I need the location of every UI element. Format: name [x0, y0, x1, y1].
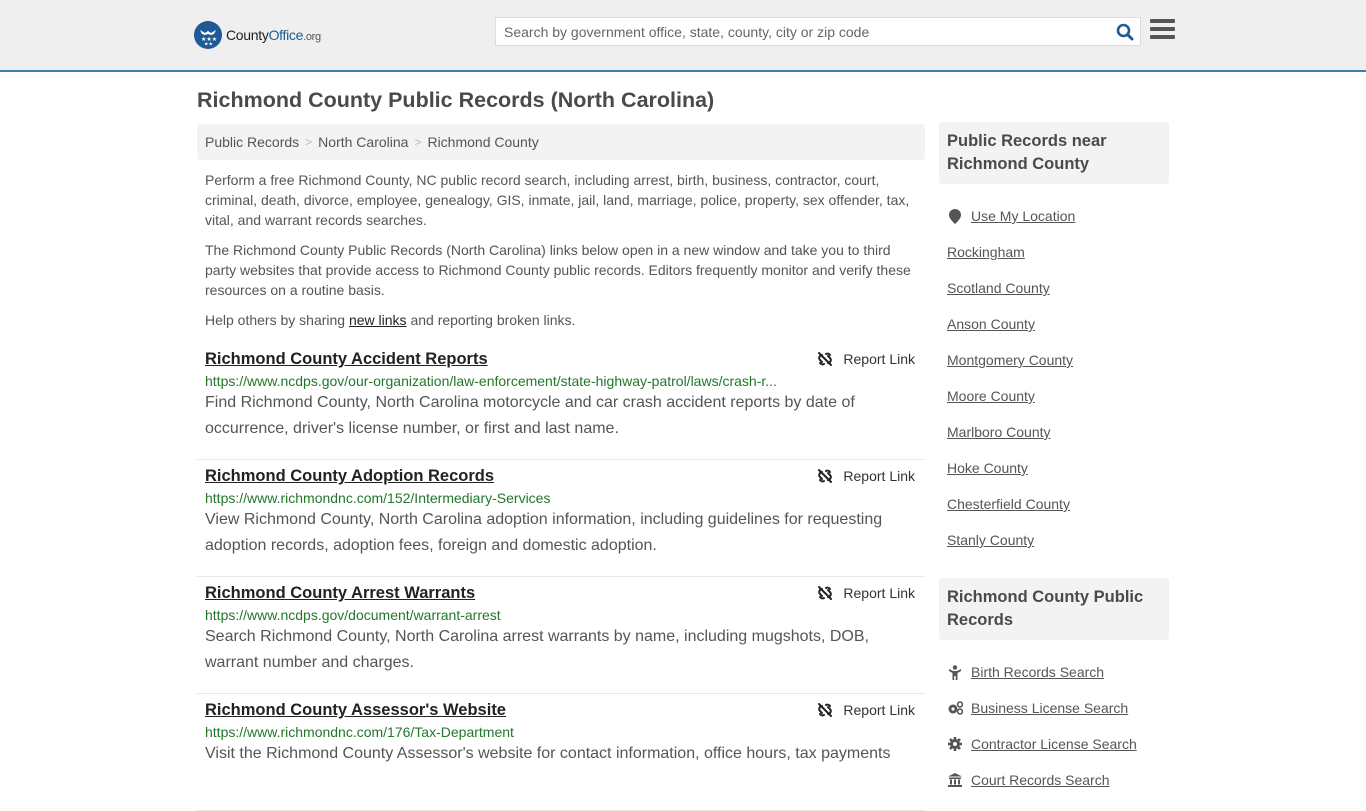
report-link-label: Report Link: [843, 351, 915, 367]
county-record-item: Contractor License Search: [939, 726, 1169, 762]
nearby-link-scotland-county[interactable]: Scotland County: [947, 280, 1050, 296]
record-title-link[interactable]: Richmond County Accident Reports: [205, 350, 488, 369]
nearby-records-heading: Public Records near Richmond County: [939, 122, 1169, 184]
county-records-list: Birth Records Search Business License Se…: [939, 654, 1169, 798]
report-link-button[interactable]: Report Link: [817, 351, 915, 367]
broken-link-icon: [818, 352, 833, 366]
nearby-item: Moore County: [939, 378, 1169, 414]
logo[interactable]: ★★★ ★★ CountyOffice.org: [194, 21, 321, 49]
intro-paragraph-1: Perform a free Richmond County, NC publi…: [205, 172, 910, 228]
help-text-after: and reporting broken links.: [406, 312, 576, 328]
record-title-link[interactable]: Richmond County Arrest Warrants: [205, 584, 475, 603]
cogs-icon: [947, 700, 963, 716]
sidebar: Public Records near Richmond County Use …: [939, 122, 1169, 798]
breadcrumb-separator: >: [305, 135, 313, 149]
report-link-button[interactable]: Report Link: [817, 702, 915, 718]
county-record-item: Court Records Search: [939, 762, 1169, 798]
broken-link-icon: [818, 469, 833, 483]
nearby-link-marlboro-county[interactable]: Marlboro County: [947, 424, 1051, 440]
report-link-label: Report Link: [843, 468, 915, 484]
breadcrumb-separator: >: [414, 135, 422, 149]
record-description: Visit the Richmond County Assessor's web…: [205, 745, 891, 762]
county-record-item: Business License Search: [939, 690, 1169, 726]
courthouse-icon: [947, 772, 963, 788]
logo-text: CountyOffice.org: [226, 27, 321, 43]
gear-icon: [947, 736, 963, 752]
broken-link-icon: [818, 586, 833, 600]
search-icon: [1116, 23, 1134, 40]
record-item: Richmond County Accident Reports Report …: [197, 343, 925, 460]
use-my-location-item: Use My Location: [939, 198, 1169, 234]
hamburger-menu-icon[interactable]: [1150, 19, 1175, 41]
logo-tld: .org: [303, 31, 321, 43]
report-link-button[interactable]: Report Link: [817, 585, 915, 601]
svg-text:★★: ★★: [204, 42, 213, 47]
breadcrumb: Public Records > North Carolina > Richmo…: [197, 124, 925, 160]
nearby-item: Montgomery County: [939, 342, 1169, 378]
intro-paragraph-3: Help others by sharing new links and rep…: [205, 310, 920, 330]
record-description: View Richmond County, North Carolina ado…: [205, 511, 883, 554]
birth-records-search-link[interactable]: Birth Records Search: [971, 664, 1104, 680]
report-link-label: Report Link: [843, 585, 915, 601]
intro-paragraph-2: The Richmond County Public Records (Nort…: [205, 242, 911, 298]
page-title: Richmond County Public Records (North Ca…: [197, 88, 715, 112]
nearby-link-chesterfield-county[interactable]: Chesterfield County: [947, 496, 1070, 512]
search-bar: [495, 17, 1141, 46]
logo-name-accent: Office: [268, 27, 304, 43]
nearby-link-stanly-county[interactable]: Stanly County: [947, 532, 1034, 548]
search-input[interactable]: [496, 18, 1110, 45]
site-header: ★★★ ★★ CountyOffice.org: [0, 0, 1366, 72]
record-url[interactable]: https://www.richmondnc.com/176/Tax-Depar…: [205, 724, 785, 740]
record-description: Find Richmond County, North Carolina mot…: [205, 394, 855, 437]
breadcrumb-north-carolina[interactable]: North Carolina: [318, 134, 408, 150]
record-title-link[interactable]: Richmond County Assessor's Website: [205, 701, 506, 720]
logo-eagle-icon: ★★★ ★★: [194, 21, 222, 49]
help-text-before: Help others by sharing: [205, 312, 349, 328]
record-item: Richmond County Adoption Records Report …: [197, 460, 925, 577]
nearby-link-rockingham[interactable]: Rockingham: [947, 244, 1025, 260]
county-records-heading: Richmond County Public Records: [939, 578, 1169, 640]
nearby-item: Anson County: [939, 306, 1169, 342]
nearby-link-anson-county[interactable]: Anson County: [947, 316, 1035, 332]
broken-link-icon: [818, 703, 833, 717]
report-link-button[interactable]: Report Link: [817, 468, 915, 484]
breadcrumb-richmond-county[interactable]: Richmond County: [427, 134, 538, 150]
child-icon: [947, 664, 963, 680]
nearby-link-montgomery-county[interactable]: Montgomery County: [947, 352, 1073, 368]
record-item: Richmond County Assessor's Website Repor…: [197, 694, 925, 811]
nearby-item: Stanly County: [939, 522, 1169, 558]
nearby-item: Rockingham: [939, 234, 1169, 270]
use-my-location-link[interactable]: Use My Location: [971, 208, 1075, 224]
contractor-license-search-link[interactable]: Contractor License Search: [971, 736, 1137, 752]
nearby-link-moore-county[interactable]: Moore County: [947, 388, 1035, 404]
nearby-item: Scotland County: [939, 270, 1169, 306]
county-record-item: Birth Records Search: [939, 654, 1169, 690]
record-item: Richmond County Arrest Warrants Report L…: [197, 577, 925, 694]
record-url[interactable]: https://www.richmondnc.com/152/Intermedi…: [205, 490, 785, 506]
court-records-search-link[interactable]: Court Records Search: [971, 772, 1110, 788]
nearby-records-list: Use My Location Rockingham Scotland Coun…: [939, 198, 1169, 558]
search-button[interactable]: [1110, 18, 1140, 45]
intro-text: Perform a free Richmond County, NC publi…: [205, 170, 920, 340]
record-title-link[interactable]: Richmond County Adoption Records: [205, 467, 494, 486]
report-link-label: Report Link: [843, 702, 915, 718]
nearby-item: Hoke County: [939, 450, 1169, 486]
nearby-link-hoke-county[interactable]: Hoke County: [947, 460, 1028, 476]
new-links-link[interactable]: new links: [349, 312, 407, 328]
record-description: Search Richmond County, North Carolina a…: [205, 628, 869, 671]
logo-name: County: [226, 27, 269, 43]
record-url[interactable]: https://www.ncdps.gov/our-organization/l…: [205, 373, 785, 389]
nearby-item: Chesterfield County: [939, 486, 1169, 522]
records-list: Richmond County Accident Reports Report …: [197, 343, 925, 811]
business-license-search-link[interactable]: Business License Search: [971, 700, 1128, 716]
map-marker-icon: [947, 208, 963, 224]
record-url[interactable]: https://www.ncdps.gov/document/warrant-a…: [205, 607, 785, 623]
nearby-item: Marlboro County: [939, 414, 1169, 450]
breadcrumb-public-records[interactable]: Public Records: [205, 134, 299, 150]
